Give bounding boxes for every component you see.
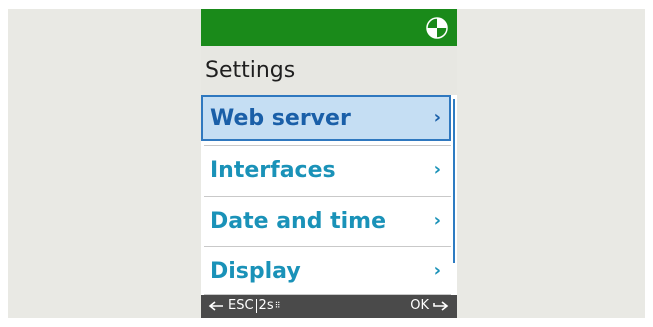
- softkey-bar: ESC 2s ⠿ OK: [201, 295, 457, 318]
- divider: [204, 145, 451, 146]
- page-title: Settings: [205, 58, 296, 83]
- ok-label: OK: [410, 298, 429, 313]
- chevron-right-icon: ›: [433, 210, 441, 231]
- menu-item-label: Date and time: [210, 209, 387, 234]
- chevron-right-icon: ›: [433, 159, 441, 180]
- esc-label: ESC: [228, 298, 254, 313]
- menu-item-interfaces[interactable]: Interfaces ›: [201, 147, 451, 193]
- chevron-right-icon: ›: [433, 107, 441, 128]
- menu-item-label: Web server: [210, 106, 351, 131]
- divider: [204, 196, 451, 197]
- hold-duration-label: 2s: [258, 298, 274, 313]
- device-screen: Settings Web server › Interfaces › Date …: [201, 9, 457, 318]
- separator: [255, 298, 257, 313]
- menu-item-web-server[interactable]: Web server ›: [201, 95, 451, 141]
- menu-item-label: Interfaces: [210, 158, 336, 183]
- back-arrow-icon: [208, 300, 223, 311]
- menu-item-label: Display: [210, 259, 301, 284]
- softkey-ok[interactable]: OK: [410, 298, 449, 313]
- half-filled-circle-icon: [426, 17, 448, 39]
- status-bar: [201, 9, 457, 46]
- dots-icon: ⠿: [274, 301, 281, 310]
- softkey-back[interactable]: ESC 2s ⠿: [208, 298, 280, 313]
- chevron-right-icon: ›: [433, 260, 441, 281]
- menu-item-display[interactable]: Display ›: [201, 248, 451, 294]
- forward-arrow-icon: [433, 300, 449, 311]
- divider: [204, 246, 451, 247]
- menu-item-date-and-time[interactable]: Date and time ›: [201, 198, 451, 244]
- scrollbar-thumb[interactable]: [453, 99, 455, 263]
- title-bar: Settings: [201, 46, 457, 95]
